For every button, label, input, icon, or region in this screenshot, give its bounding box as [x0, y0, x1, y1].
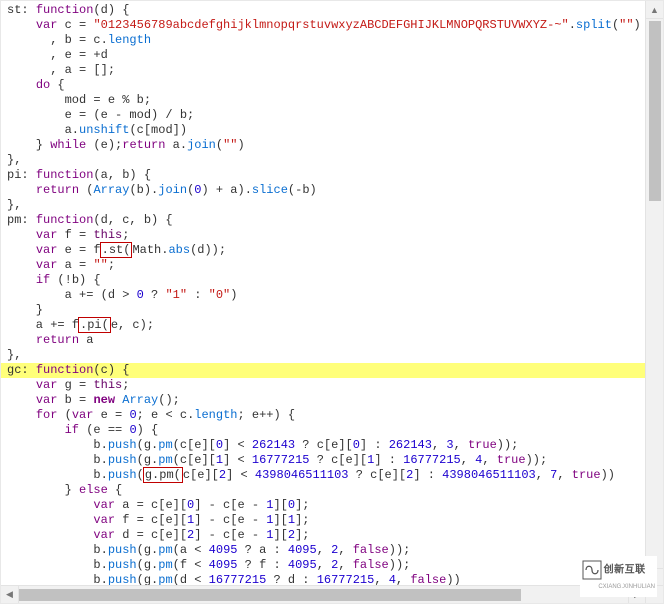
code-line[interactable]: var f = this; [1, 228, 663, 243]
code-line[interactable]: if (!b) { [1, 273, 663, 288]
watermark-subtext: CXIANG.XINHULIAN [598, 584, 655, 590]
code-line[interactable]: , a = []; [1, 63, 663, 78]
code-line[interactable]: b.push(g.pm(c[e][1] < 16777215 ? c[e][1]… [1, 453, 663, 468]
code-line[interactable]: var a = ""; [1, 258, 663, 273]
code-line[interactable]: }, [1, 198, 663, 213]
code-block[interactable]: st: function(d) { var c = "0123456789abc… [1, 1, 663, 604]
code-line[interactable]: var f = c[e][1] - c[e - 1][1]; [1, 513, 663, 528]
code-viewer: st: function(d) { var c = "0123456789abc… [0, 0, 664, 604]
code-line[interactable]: pm: function(d, c, b) { [1, 213, 663, 228]
code-line[interactable]: } while (e);return a.join("") [1, 138, 663, 153]
scroll-left-arrow[interactable]: ◀ [1, 586, 19, 603]
code-line[interactable]: } else { [1, 483, 663, 498]
code-line[interactable]: b.push(g.pm(c[e][2] < 4398046511103 ? c[… [1, 468, 663, 483]
code-line[interactable]: var e = f.st(Math.abs(d)); [1, 243, 663, 258]
code-line[interactable]: do { [1, 78, 663, 93]
code-line[interactable]: pi: function(a, b) { [1, 168, 663, 183]
code-line[interactable]: var b = new Array(); [1, 393, 663, 408]
code-line[interactable]: }, [1, 348, 663, 363]
code-line[interactable]: b.push(g.pm(c[e][0] < 262143 ? c[e][0] :… [1, 438, 663, 453]
code-line[interactable]: e = (e - mod) / b; [1, 108, 663, 123]
code-line[interactable]: a.unshift(c[mod]) [1, 123, 663, 138]
code-line[interactable]: return a [1, 333, 663, 348]
watermark-text: 创新互联 [604, 565, 646, 576]
vertical-scroll-thumb[interactable] [649, 21, 661, 201]
watermark: 创新互联 CXIANG.XINHULIAN [580, 556, 657, 597]
code-line[interactable]: a += (d > 0 ? "1" : "0") [1, 288, 663, 303]
code-line[interactable]: , e = +d [1, 48, 663, 63]
code-line[interactable]: }, [1, 153, 663, 168]
code-line[interactable]: for (var e = 0; e < c.length; e++) { [1, 408, 663, 423]
code-line[interactable]: if (e == 0) { [1, 423, 663, 438]
code-line[interactable]: mod = e % b; [1, 93, 663, 108]
code-line[interactable]: , b = c.length [1, 33, 663, 48]
horizontal-scroll-thumb[interactable] [1, 589, 521, 601]
code-line[interactable]: return (Array(b).join(0) + a).slice(-b) [1, 183, 663, 198]
code-line[interactable]: var g = this; [1, 378, 663, 393]
code-line[interactable]: st: function(d) { [1, 3, 663, 18]
code-line[interactable]: var c = "0123456789abcdefghijklmnopqrstu… [1, 18, 663, 33]
code-line[interactable]: a += f.pi(e, c); [1, 318, 663, 333]
code-line[interactable]: } [1, 303, 663, 318]
code-line[interactable]: var d = c[e][2] - c[e - 1][2]; [1, 528, 663, 543]
vertical-scrollbar[interactable] [645, 1, 663, 586]
code-line[interactable]: var a = c[e][0] - c[e - 1][0]; [1, 498, 663, 513]
code-line[interactable]: b.push(g.pm(a < 4095 ? a : 4095, 2, fals… [1, 543, 663, 558]
code-line[interactable]: b.push(g.pm(f < 4095 ? f : 4095, 2, fals… [1, 558, 663, 573]
horizontal-scrollbar[interactable] [1, 585, 646, 603]
code-line[interactable]: gc: function(c) { [1, 363, 664, 378]
scroll-up-arrow[interactable]: ▲ [646, 1, 663, 19]
